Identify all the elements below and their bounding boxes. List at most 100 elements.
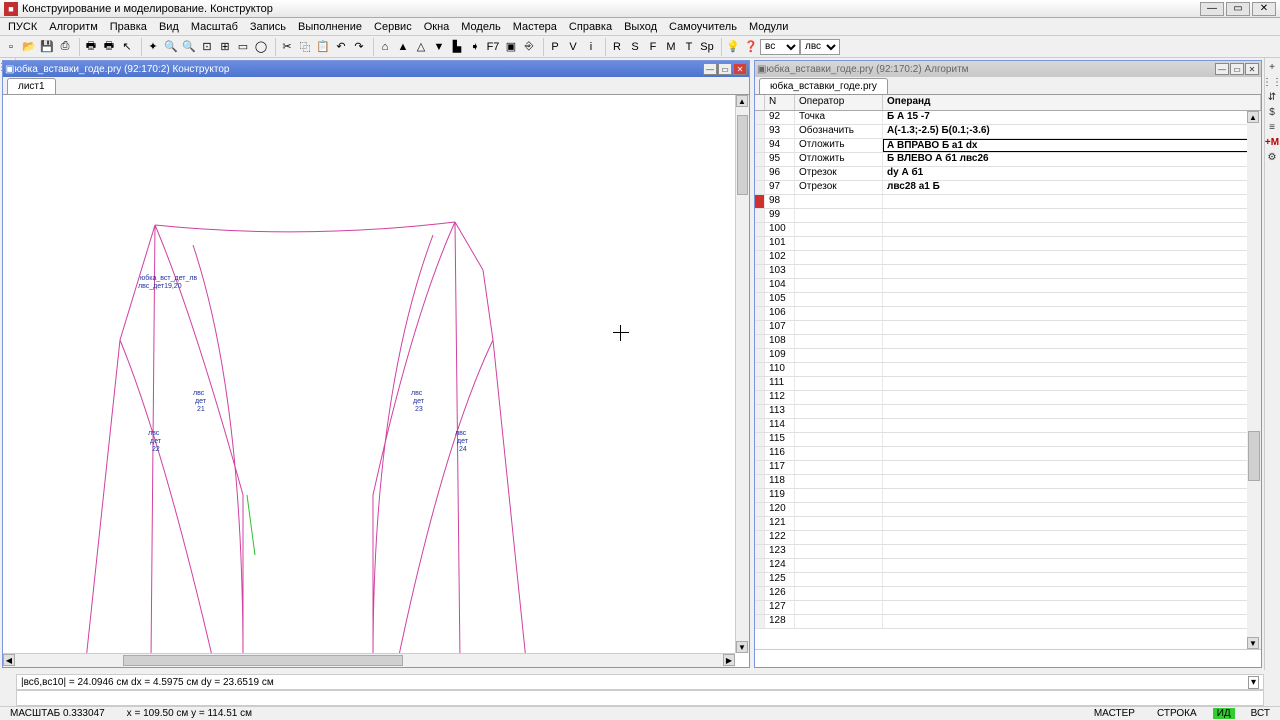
cell-operand[interactable] xyxy=(883,293,1261,306)
cell-operand[interactable] xyxy=(883,405,1261,418)
cell-operand[interactable] xyxy=(883,209,1261,222)
cell-operand[interactable]: лвс28 а1 Б xyxy=(883,181,1261,194)
cell-operand[interactable] xyxy=(883,461,1261,474)
menu-item-11[interactable]: Справка xyxy=(563,19,618,35)
table-row[interactable]: 128 xyxy=(755,615,1261,629)
save-icon[interactable]: 💾 xyxy=(38,38,56,56)
table-row[interactable]: 92ТочкаБ А 15 -7 xyxy=(755,111,1261,125)
cell-operand[interactable] xyxy=(883,195,1261,208)
zoom-window-icon[interactable]: ⊞ xyxy=(216,38,234,56)
delta-icon[interactable]: △ xyxy=(412,38,430,56)
menu-item-1[interactable]: Алгоритм xyxy=(43,19,104,35)
s-button[interactable]: S xyxy=(626,38,644,56)
cell-operand[interactable] xyxy=(883,433,1261,446)
home-icon[interactable]: ⌂ xyxy=(376,38,394,56)
pan-icon[interactable]: ◯ xyxy=(252,38,270,56)
cell-operand[interactable] xyxy=(883,321,1261,334)
table-row[interactable]: 94ОтложитьА ВПРАВО Б а1 dx xyxy=(755,139,1261,153)
cell-operand[interactable] xyxy=(883,307,1261,320)
status-master[interactable]: МАСТЕР xyxy=(1088,708,1141,719)
algorithm-titlebar[interactable]: ▣ юбка_вставки_годе.pry (92:170:2) Алгор… xyxy=(755,61,1261,77)
table-row[interactable]: 99 xyxy=(755,209,1261,223)
info-icon[interactable]: 💡 xyxy=(724,38,742,56)
grid-body[interactable]: 92ТочкаБ А 15 -793ОбозначитьА(-1.3;-2.5)… xyxy=(755,111,1261,649)
table-row[interactable]: 105 xyxy=(755,293,1261,307)
zoom-in-icon[interactable]: 🔍 xyxy=(162,38,180,56)
constructor-titlebar[interactable]: ▣ юбка_вставки_годе.pry (92:170:2) Конст… xyxy=(3,61,749,77)
table-row[interactable]: 122 xyxy=(755,531,1261,545)
table-row[interactable]: 119 xyxy=(755,489,1261,503)
cut-icon[interactable]: ✂ xyxy=(278,38,296,56)
table-row[interactable]: 116 xyxy=(755,447,1261,461)
panel-close-button[interactable]: ✕ xyxy=(1245,63,1259,75)
cell-operand[interactable]: А ВПРАВО Б а1 dx xyxy=(883,139,1261,152)
header-operand[interactable]: Операнд xyxy=(883,95,1261,110)
canvas-scrollbar-horizontal[interactable]: ◀ ▶ xyxy=(3,653,735,667)
down-arrow-icon[interactable]: ▼ xyxy=(430,38,448,56)
panel-close-button[interactable]: ✕ xyxy=(733,63,747,75)
cell-operand[interactable]: Б А 15 -7 xyxy=(883,111,1261,124)
t-button[interactable]: T xyxy=(680,38,698,56)
header-operator[interactable]: Оператор xyxy=(795,95,883,110)
exit-icon[interactable]: ⎆ xyxy=(520,38,538,56)
p-button[interactable]: P xyxy=(546,38,564,56)
copy-icon[interactable]: ⿻ xyxy=(296,38,314,56)
status-id[interactable]: ИД xyxy=(1213,708,1235,719)
menu-item-3[interactable]: Вид xyxy=(153,19,185,35)
cell-operand[interactable] xyxy=(883,279,1261,292)
menu-item-2[interactable]: Правка xyxy=(104,19,153,35)
table-row[interactable]: 117 xyxy=(755,461,1261,475)
menu-item-9[interactable]: Модель xyxy=(455,19,506,35)
save-as-icon[interactable]: ⎙ xyxy=(56,38,74,56)
grid-scrollbar-vertical[interactable]: ▲ ▼ xyxy=(1247,111,1261,649)
menu-item-5[interactable]: Запись xyxy=(244,19,292,35)
cell-operand[interactable] xyxy=(883,573,1261,586)
open-icon[interactable]: 📂 xyxy=(20,38,38,56)
table-row[interactable]: 98 xyxy=(755,195,1261,209)
cell-operand[interactable]: Б ВЛЕВО А б1 лвс26 xyxy=(883,153,1261,166)
table-row[interactable]: 121 xyxy=(755,517,1261,531)
table-row[interactable]: 102 xyxy=(755,251,1261,265)
table-row[interactable]: 103 xyxy=(755,265,1261,279)
panel-maximize-button[interactable]: ▭ xyxy=(1230,63,1244,75)
tab-algorithm-file[interactable]: юбка_вставки_годе.pry xyxy=(759,78,888,94)
cell-operand[interactable] xyxy=(883,447,1261,460)
cell-operand[interactable] xyxy=(883,503,1261,516)
table-row[interactable]: 114 xyxy=(755,419,1261,433)
drawing-canvas[interactable]: юбка_вст_дет_лв лвс_дет19,20 лвс дет 21 … xyxy=(3,95,749,667)
cell-operand[interactable] xyxy=(883,377,1261,390)
command-bar[interactable] xyxy=(16,690,1264,706)
zoom-tool-icon[interactable]: ✦ xyxy=(144,38,162,56)
cell-operand[interactable] xyxy=(883,265,1261,278)
cell-operand[interactable] xyxy=(883,223,1261,236)
menu-item-0[interactable]: ПУСК xyxy=(2,19,43,35)
status-layer[interactable]: ВСТ xyxy=(1245,708,1276,719)
cell-operand[interactable] xyxy=(883,517,1261,530)
table-row[interactable]: 113 xyxy=(755,405,1261,419)
m-button[interactable]: M xyxy=(662,38,680,56)
maximize-button[interactable]: ▭ xyxy=(1226,2,1250,16)
line-arrow-icon[interactable]: ▙ xyxy=(448,38,466,56)
panel-minimize-button[interactable]: — xyxy=(1215,63,1229,75)
table-row[interactable]: 110 xyxy=(755,363,1261,377)
table-row[interactable]: 106 xyxy=(755,307,1261,321)
redo-icon[interactable]: ↷ xyxy=(350,38,368,56)
zoom-fit-icon[interactable]: ⊡ xyxy=(198,38,216,56)
status-line[interactable]: СТРОКА xyxy=(1151,708,1203,719)
cursor-icon[interactable]: ↖ xyxy=(118,38,136,56)
cell-operand[interactable] xyxy=(883,419,1261,432)
v-button[interactable]: V xyxy=(564,38,582,56)
panel-maximize-button[interactable]: ▭ xyxy=(718,63,732,75)
table-row[interactable]: 104 xyxy=(755,279,1261,293)
cell-operand[interactable] xyxy=(883,237,1261,250)
table-row[interactable]: 93ОбозначитьА(-1.3;-2.5) Б(0.1;-3.6) xyxy=(755,125,1261,139)
table-row[interactable]: 126 xyxy=(755,587,1261,601)
table-row[interactable]: 107 xyxy=(755,321,1261,335)
cell-operand[interactable] xyxy=(883,251,1261,264)
cell-operand[interactable] xyxy=(883,489,1261,502)
canvas-scrollbar-vertical[interactable]: ▲ ▼ xyxy=(735,95,749,653)
sp-button[interactable]: Sp xyxy=(698,38,716,56)
help-icon[interactable]: ❓ xyxy=(742,38,760,56)
field-combo-1[interactable]: вс xyxy=(760,39,800,55)
table-row[interactable]: 115 xyxy=(755,433,1261,447)
